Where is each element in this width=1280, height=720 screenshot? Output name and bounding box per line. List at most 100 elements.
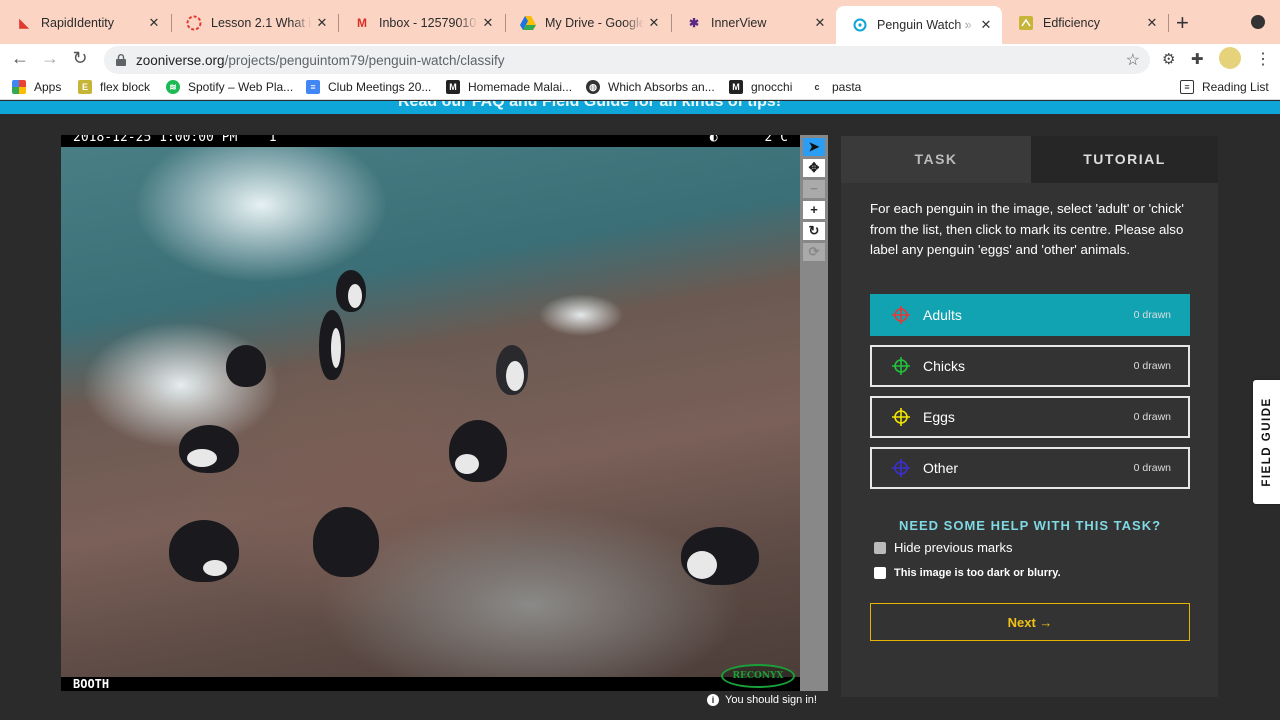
bookmark-gnocchi[interactable]: Mgnocchi [729,80,792,94]
address-bar[interactable]: zooniverse.org/projects/penguintom79/pen… [104,46,1150,74]
back-arrow-icon[interactable]: ← [8,48,32,69]
image-timestamp-bar: 2018-12-25 1:00:00 PM 1 ◐ 2°C [61,135,800,147]
image-temperature: ◐ 2°C [709,135,788,145]
penguin [681,527,759,585]
camera-label: BOOTH [61,677,800,691]
tab-rapididentity[interactable]: ◣ RapidIdentity ✕ [0,8,170,38]
tab-innerview[interactable]: ✱ InnerView ✕ [670,8,836,38]
reading-list-icon: ≡ [1180,80,1194,94]
tab-title: Edficiency [1043,16,1100,30]
pointer-tool-icon[interactable]: ➤ [803,138,825,156]
zooniverse-favicon [852,17,868,33]
google-docs-favicon: ≡ [306,80,320,94]
zoom-in-icon[interactable]: + [803,201,825,219]
pan-move-icon[interactable]: ✥ [803,159,825,177]
new-tab-plus-icon[interactable]: + [1176,10,1189,36]
crosshair-icon [892,459,910,477]
profile-avatar[interactable] [1219,47,1241,69]
edficiency-favicon [1018,15,1034,31]
sign-in-notice[interactable]: i You should sign in! [707,694,817,706]
extension-icon[interactable]: ⚙ [1162,50,1175,68]
info-icon: i [707,694,719,706]
close-icon[interactable]: ✕ [478,15,498,31]
tab-title: Penguin Watch » Classify [877,18,976,32]
penguin [449,420,507,482]
close-icon[interactable]: ✕ [810,15,830,31]
choice-eggs[interactable]: Eggs 0 drawn [870,396,1190,438]
bookmark-homemade[interactable]: M Homemade Malai... [446,80,572,94]
bookmark-which-absorbs[interactable]: ◍ Which Absorbs an... [586,80,715,94]
tab-google-drive[interactable]: My Drive - Google Drive ✕ [504,8,670,38]
close-icon[interactable]: ✕ [144,15,164,31]
bookmark-favicon: M [446,80,460,94]
choice-adults[interactable]: Adults 0 drawn [870,294,1190,336]
tab-task[interactable]: TASK [841,136,1031,183]
task-tabs: TASK TUTORIAL [841,136,1218,183]
crosshair-icon [892,408,910,426]
subject-image[interactable]: 2018-12-25 1:00:00 PM 1 ◐ 2°C BOOTH RECO… [61,135,800,691]
next-button[interactable]: Next → [870,603,1190,641]
penguin [169,520,239,582]
too-dark-checkbox[interactable]: This image is too dark or blurry. [874,567,1061,579]
reconyx-logo: RECONYX [721,664,795,688]
choice-label: Adults [923,307,962,323]
field-guide-tab[interactable]: FIELD GUIDE [1253,380,1280,504]
close-icon[interactable]: ✕ [312,15,332,31]
banner-text: Read our FAQ and Field Guide for all kin… [398,101,782,110]
tab-title: InnerView [711,16,767,30]
choice-label: Chicks [923,358,966,374]
drawn-count: 0 drawn [1133,309,1171,321]
menu-kebab-icon[interactable]: ⋮ [1255,49,1271,69]
tab-penguin-watch[interactable]: Penguin Watch » Classify ✕ [836,6,1002,44]
tab-strip: ◣ RapidIdentity ✕ Lesson 2.1 What is an … [0,0,1280,44]
checkbox-box[interactable] [874,567,886,579]
choice-label: Other [923,460,959,476]
tab-title: RapidIdentity [41,16,114,30]
bookmark-star-icon[interactable]: ☆ [1126,50,1140,70]
puzzle-extensions-icon[interactable]: ✚ [1191,50,1204,68]
drawn-count: 0 drawn [1133,462,1171,474]
innerview-favicon: ✱ [688,16,700,30]
forward-arrow-icon[interactable]: → [38,48,62,69]
bookmark-club-meetings[interactable]: ≡ Club Meetings 20... [306,80,431,94]
penguin [179,425,239,473]
bookmark-pasta[interactable]: c pasta [810,80,861,94]
tab-tutorial[interactable]: TUTORIAL [1031,136,1218,183]
tab-edficiency[interactable]: Edficiency ✕ [1002,8,1168,38]
crosshair-icon [892,357,910,375]
bookmarks-bar: Apps Eflex block ≋ Spotify – Web Pla... ≡… [0,78,1280,100]
browser-toolbar: ← → ↻ zooniverse.org/projects/penguintom… [0,44,1280,78]
close-icon[interactable]: ✕ [644,15,664,31]
reading-list[interactable]: ≡ Reading List [1180,80,1269,94]
bookmark-favicon: c [810,80,824,94]
rotate-icon[interactable]: ↻ [803,222,825,240]
tab-search-icon[interactable] [1251,15,1265,29]
penguin [313,507,379,577]
close-icon[interactable]: ✕ [976,17,996,33]
penguin [226,345,266,387]
zoom-out-icon[interactable]: − [803,180,825,198]
penguin [319,310,345,380]
close-icon[interactable]: ✕ [1142,15,1162,31]
rapididentity-favicon: ◣ [19,16,29,30]
tab-title: My Drive - Google Drive [545,16,644,30]
bookmark-apps[interactable]: Apps [12,80,61,94]
choice-label: Eggs [923,409,955,425]
lesson-favicon [186,15,202,31]
tips-banner: Read our FAQ and Field Guide for all kin… [0,101,1280,114]
reload-icon[interactable]: ↻ [68,48,92,69]
bookmark-flex-block[interactable]: Eflex block [78,80,150,94]
bookmark-spotify[interactable]: ≋ Spotify – Web Pla... [166,80,293,94]
tab-lesson[interactable]: Lesson 2.1 What is an ✕ [170,8,338,38]
penguin [496,345,528,395]
reset-view-icon[interactable]: ⟳ [803,243,825,261]
penguin [336,270,366,312]
bookmark-favicon: M [729,80,743,94]
checkbox-box[interactable] [874,541,886,554]
tab-gmail[interactable]: M Inbox - 12579010@ ✕ [338,8,504,38]
task-help-link[interactable]: NEED SOME HELP WITH THIS TASK? [870,518,1190,533]
task-panel: TASK TUTORIAL For each penguin in the im… [841,136,1218,697]
choice-other[interactable]: Other 0 drawn [870,447,1190,489]
hide-marks-checkbox[interactable]: Hide previous marks [874,540,1013,555]
choice-chicks[interactable]: Chicks 0 drawn [870,345,1190,387]
